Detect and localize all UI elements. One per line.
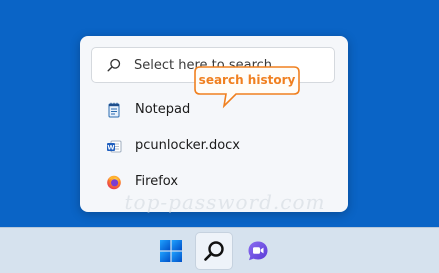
callout-text: search history xyxy=(198,73,296,87)
search-flyout: Notepad W pcunlocker.docx xyxy=(80,36,348,212)
history-item-label: Firefox xyxy=(135,174,179,189)
svg-text:W: W xyxy=(107,143,114,151)
history-item-firefox[interactable]: Firefox xyxy=(88,166,340,198)
start-button[interactable] xyxy=(152,232,190,270)
teams-chat-icon xyxy=(248,241,268,261)
taskbar xyxy=(0,227,439,273)
history-item-label: pcunlocker.docx xyxy=(135,138,240,153)
taskbar-search-button[interactable] xyxy=(195,232,233,270)
search-icon xyxy=(204,241,224,261)
search-history-callout: search history xyxy=(194,66,300,109)
word-document-icon: W xyxy=(107,140,122,153)
firefox-icon xyxy=(107,175,121,190)
history-item-pcunlocker[interactable]: W pcunlocker.docx xyxy=(88,130,340,162)
history-item-label: Notepad xyxy=(135,102,191,117)
notepad-icon xyxy=(108,102,120,118)
search-icon xyxy=(107,58,121,72)
windows-start-icon xyxy=(160,240,182,262)
teams-chat-button[interactable] xyxy=(239,232,277,270)
